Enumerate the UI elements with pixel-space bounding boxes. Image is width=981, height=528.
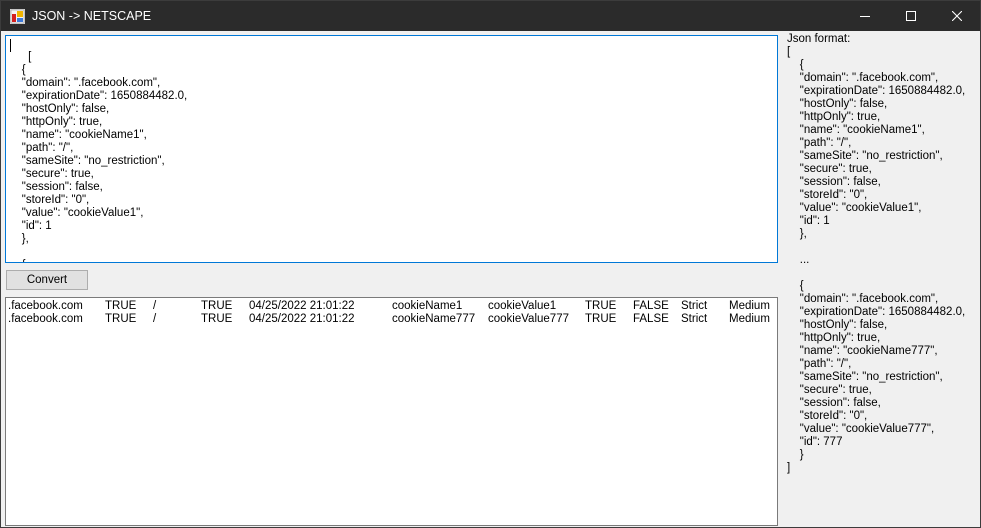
- output-row: .facebook.com TRUE / TRUE 04/25/2022 21:…: [8, 313, 777, 326]
- cell-path: /: [153, 313, 157, 325]
- cell-expiration: 04/25/2022 21:01:22: [249, 313, 355, 325]
- cell-secure: TRUE: [201, 313, 233, 325]
- app-window: JSON -> NETSCAPE [ { "domain": ".faceboo…: [0, 0, 981, 528]
- cell-domain: .facebook.com: [8, 313, 83, 325]
- cell-value: cookieValue1: [488, 300, 557, 312]
- netscape-output-textarea[interactable]: .facebook.com TRUE / TRUE 04/25/2022 21:…: [5, 297, 778, 526]
- cell-value: cookieValue777: [488, 313, 569, 325]
- cell-secure: TRUE: [201, 300, 233, 312]
- minimize-icon: [860, 16, 870, 17]
- cell-http-only: TRUE: [585, 313, 617, 325]
- json-format-label: Json format:: [787, 33, 851, 45]
- cell-path: /: [153, 300, 157, 312]
- maximize-button[interactable]: [888, 1, 934, 31]
- cell-include-subdomains: TRUE: [105, 313, 137, 325]
- json-input-text: [ { "domain": ".facebook.com", "expirati…: [21, 51, 188, 262]
- app-icon: [10, 9, 25, 24]
- convert-button[interactable]: Convert: [6, 270, 88, 290]
- window-title: JSON -> NETSCAPE: [32, 9, 152, 23]
- cell-session: FALSE: [633, 300, 669, 312]
- text-caret: [10, 39, 11, 52]
- cell-name: cookieName777: [392, 313, 476, 325]
- cell-expiration: 04/25/2022 21:01:22: [249, 300, 355, 312]
- cell-priority: Medium: [729, 313, 770, 325]
- client-area: [ { "domain": ".facebook.com", "expirati…: [1, 31, 980, 527]
- minimize-button[interactable]: [842, 1, 888, 31]
- close-icon: [952, 11, 962, 21]
- close-button[interactable]: [934, 1, 980, 31]
- cell-priority: Medium: [729, 300, 770, 312]
- cell-name: cookieName1: [392, 300, 463, 312]
- cell-same-site: Strict: [681, 313, 708, 325]
- cell-same-site: Strict: [681, 300, 708, 312]
- cell-domain: .facebook.com: [8, 300, 83, 312]
- cell-include-subdomains: TRUE: [105, 300, 137, 312]
- json-input-textarea[interactable]: [ { "domain": ".facebook.com", "expirati…: [5, 35, 778, 263]
- title-bar[interactable]: JSON -> NETSCAPE: [1, 1, 980, 31]
- cell-session: FALSE: [633, 313, 669, 325]
- cell-http-only: TRUE: [585, 300, 617, 312]
- json-format-example: [ { "domain": ".facebook.com", "expirati…: [787, 46, 966, 474]
- maximize-icon: [906, 11, 916, 21]
- output-row: .facebook.com TRUE / TRUE 04/25/2022 21:…: [8, 300, 777, 313]
